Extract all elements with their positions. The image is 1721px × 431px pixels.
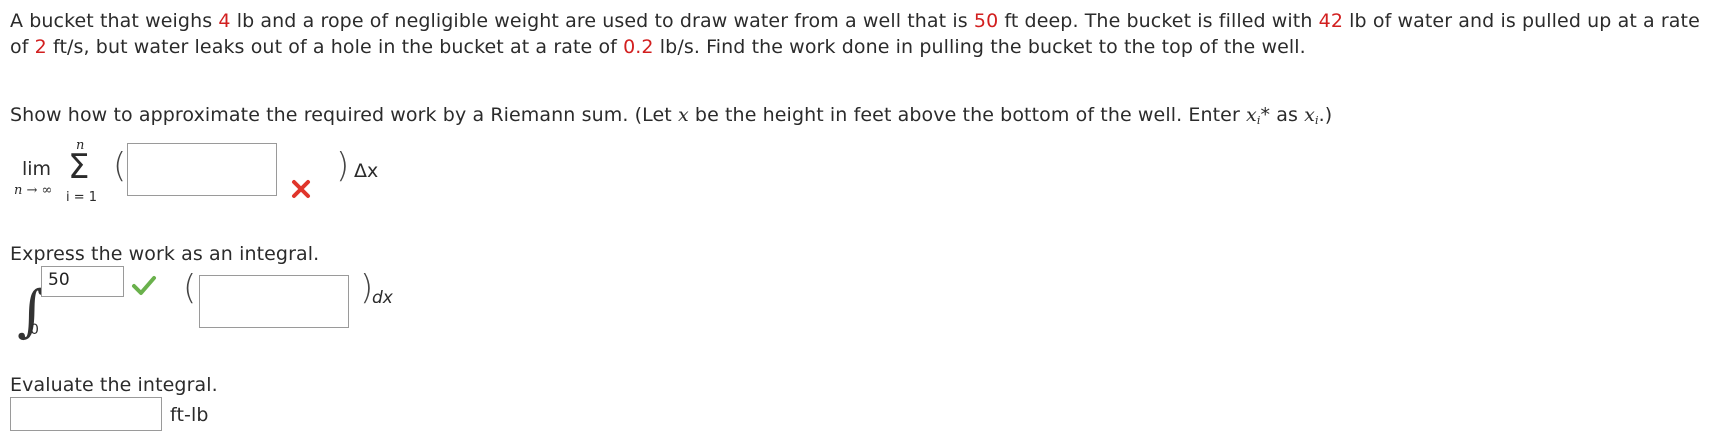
well-depth-value: 50 (973, 10, 999, 32)
prompt-text: be the height in feet above the bottom o… (688, 104, 1247, 126)
problem-text: lb/s. Find the work done in pulling the … (653, 36, 1306, 58)
lower-limit: 0 (30, 322, 39, 338)
prompt-text: .) (1318, 104, 1333, 126)
bucket-weight-value: 4 (218, 10, 231, 32)
limit-label: lim (22, 158, 52, 180)
open-paren: ( (183, 268, 197, 308)
integrand-input[interactable] (199, 275, 349, 328)
problem-text: ft/s, but water leaks out of a hole in t… (46, 36, 624, 58)
variable-xi-star: x (1246, 104, 1257, 126)
close-paren: ) (336, 146, 350, 186)
prompt-text: as (1270, 104, 1305, 126)
variable-x: x (677, 104, 689, 126)
riemann-prompt: Show how to approximate the required wor… (10, 102, 1332, 134)
dx-label: dx (372, 288, 393, 308)
riemann-sum-input[interactable] (127, 143, 277, 196)
upper-limit-input[interactable]: 50 (41, 266, 124, 297)
sum-lower-bound: i = 1 (66, 190, 98, 205)
check-mark-icon (131, 274, 157, 296)
pull-rate-value: 2 (34, 36, 47, 58)
evaluate-prompt: Evaluate the integral. (10, 374, 218, 396)
water-weight-value: 42 (1318, 10, 1344, 32)
limit-subscript: n → ∞ (14, 183, 53, 198)
star-symbol: * (1260, 104, 1271, 126)
variable-xi: x (1304, 104, 1315, 126)
sigma-symbol: Σ (68, 147, 90, 187)
delta-x: Δx (354, 160, 379, 182)
problem-text: lb and a rope of negligible weight are u… (230, 10, 974, 32)
work-answer-input[interactable] (10, 397, 162, 431)
unit-label: ft-lb (170, 404, 209, 426)
problem-text: A bucket that weighs (10, 10, 219, 32)
x-mark-icon (288, 176, 314, 202)
leak-rate-value: 0.2 (623, 36, 654, 58)
problem-statement: A bucket that weighs 4 lb and a rope of … (10, 8, 1715, 60)
open-paren: ( (113, 146, 127, 186)
prompt-text: Show how to approximate the required wor… (10, 104, 678, 126)
problem-text: ft deep. The bucket is filled with (998, 10, 1319, 32)
integral-prompt: Express the work as an integral. (10, 243, 320, 265)
